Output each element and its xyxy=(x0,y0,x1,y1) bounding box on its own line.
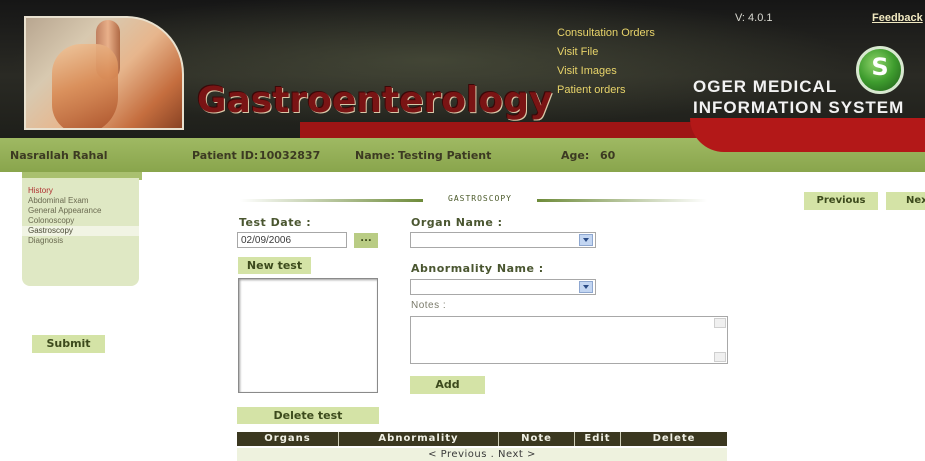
test-date-field[interactable] xyxy=(237,232,347,248)
header-red-swoosh xyxy=(690,118,925,152)
column-header-edit: Edit xyxy=(575,432,621,446)
patient-id-value: 10032837 xyxy=(259,149,321,162)
sidebar-item-gastroscopy[interactable]: Gastroscopy xyxy=(22,226,139,236)
organ-name-label: Organ Name : xyxy=(411,216,503,229)
brand-logo-letter: S xyxy=(871,53,889,81)
sidebar-item-colonoscopy[interactable]: Colonoscopy xyxy=(22,216,139,226)
pager-separator: . xyxy=(490,449,495,460)
column-header-abnormality: Abnormality xyxy=(339,432,499,446)
section-title: GASTROSCOPY xyxy=(448,194,512,203)
pager-previous-link[interactable]: < Previous xyxy=(428,449,487,460)
app-title: Gastroenterology xyxy=(197,80,553,121)
patient-age-label: Age: xyxy=(561,149,590,162)
doctor-name: Nasrallah Rahal xyxy=(10,149,108,162)
nav-visit-file[interactable]: Visit File xyxy=(557,43,677,62)
column-header-organs: Organs xyxy=(237,432,339,446)
nav-consultation-orders[interactable]: Consultation Orders xyxy=(557,24,677,43)
previous-button[interactable]: Previous xyxy=(804,192,878,210)
test-list-box[interactable] xyxy=(238,278,378,393)
notes-label: Notes : xyxy=(411,300,447,311)
sidebar-item-abdominal-exam[interactable]: Abdominal Exam xyxy=(22,196,139,206)
date-picker-button[interactable]: ... xyxy=(354,233,378,248)
next-button[interactable]: Next xyxy=(886,192,925,210)
pager-next-link[interactable]: Next > xyxy=(498,449,536,460)
submit-button[interactable]: Submit xyxy=(32,335,105,353)
scroll-up-icon[interactable] xyxy=(714,318,726,328)
test-date-label: Test Date : xyxy=(239,216,312,229)
results-table-header: Organs Abnormality Note Edit Delete xyxy=(237,432,727,446)
header-medical-illustration xyxy=(24,16,184,130)
add-button[interactable]: Add xyxy=(410,376,485,394)
column-header-delete: Delete xyxy=(652,433,696,444)
sidebar-item-general-appearance[interactable]: General Appearance xyxy=(22,206,139,216)
patient-name-label: Name: xyxy=(355,149,395,162)
nav-visit-images[interactable]: Visit Images xyxy=(557,62,677,81)
feedback-link[interactable]: Feedback xyxy=(872,12,923,24)
delete-test-button[interactable]: Delete test xyxy=(237,407,379,424)
sidebar-item-history[interactable]: History xyxy=(22,186,139,196)
nav-patient-orders[interactable]: Patient orders xyxy=(557,81,677,100)
section-divider-right xyxy=(537,199,707,202)
notes-textarea[interactable] xyxy=(410,316,728,364)
patient-name-value: Testing Patient xyxy=(398,149,492,162)
abnormality-name-select[interactable] xyxy=(410,279,596,295)
patient-id-label: Patient ID: xyxy=(192,149,259,162)
version-label: V: 4.0.1 xyxy=(735,12,773,24)
sidebar-menu: History Abdominal Exam General Appearanc… xyxy=(22,186,139,246)
brand-name-line2: INFORMATION SYSTEM xyxy=(693,98,905,117)
scroll-down-icon[interactable] xyxy=(714,352,726,362)
sidebar-item-diagnosis[interactable]: Diagnosis xyxy=(22,236,139,246)
patient-age-value: 60 xyxy=(600,149,616,162)
organ-name-select[interactable] xyxy=(410,232,596,248)
header-nav: Consultation Orders Visit File Visit Ima… xyxy=(557,24,677,100)
new-test-button[interactable]: New test xyxy=(238,257,311,274)
brand-name-line1: OGER MEDICAL xyxy=(693,77,838,96)
illustration-stomach xyxy=(52,44,118,128)
chevron-down-icon[interactable] xyxy=(579,281,593,293)
abnormality-name-label: Abnormality Name : xyxy=(411,262,544,275)
chevron-down-icon[interactable] xyxy=(579,234,593,246)
brand-logo-icon: S xyxy=(856,46,904,94)
column-header-note: Note xyxy=(499,432,575,446)
table-pager: < Previous . Next > xyxy=(237,448,727,461)
section-divider-left xyxy=(240,199,423,202)
